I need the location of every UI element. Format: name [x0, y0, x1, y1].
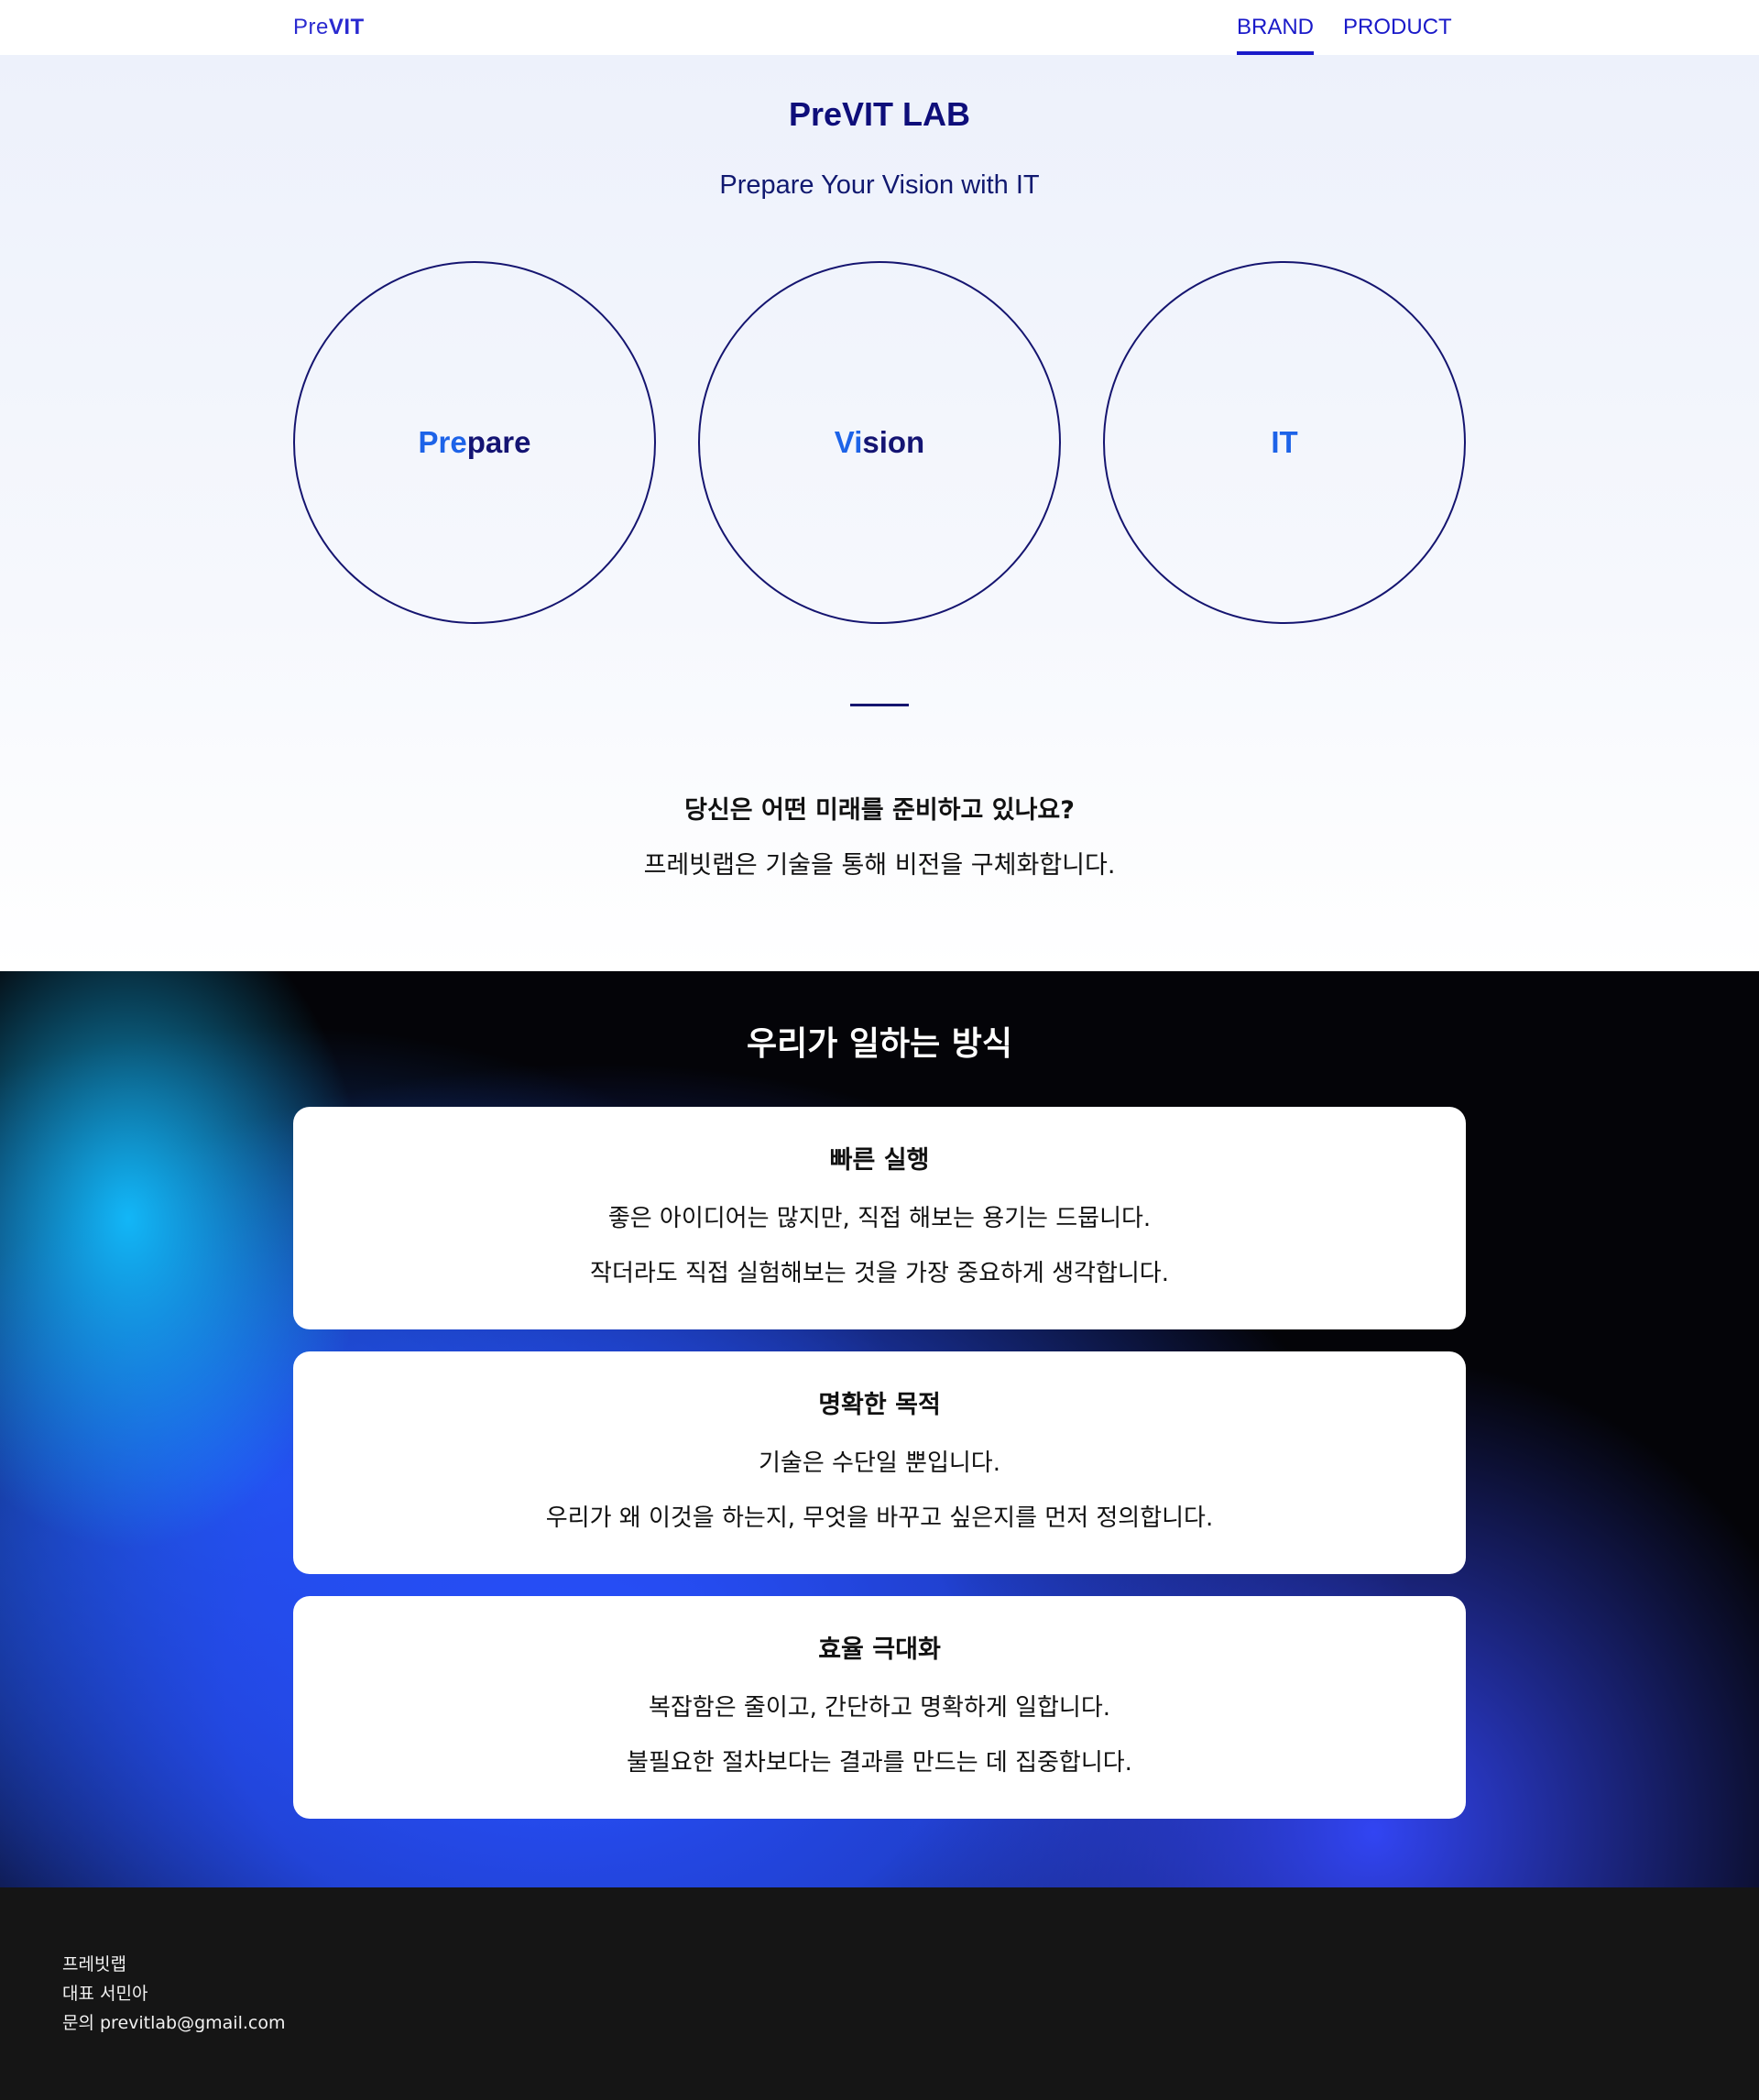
hero-subtitle: Prepare Your Vision with IT [719, 170, 1040, 200]
card-text: 우리가 왜 이것을 하는지, 무엇을 바꾸고 싶은지를 먼저 정의합니다. [545, 1504, 1214, 1532]
card-title: 빠른 실행 [829, 1146, 930, 1175]
circle-vision: Vi sion [698, 261, 1061, 624]
circle-prepare-highlight: Pre [418, 425, 467, 459]
logo-pre: Pre [293, 15, 329, 39]
card-text: 복잡함은 줄이고, 간단하고 명확하게 일합니다. [648, 1694, 1111, 1722]
footer-contact: 문의 previtlab@gmail.com [62, 2013, 286, 2033]
card-title: 효율 극대화 [818, 1635, 941, 1664]
hero-title: PreVIT LAB [788, 95, 971, 133]
footer-info: 프레빗랩 대표 서민아 문의 previtlab@gmail.com [62, 1950, 286, 2038]
card-text: 좋은 아이디어는 많지만, 직접 해보는 용기는 드뭅니다. [607, 1205, 1152, 1232]
nav-brand[interactable]: BRAND [1237, 15, 1315, 55]
circle-prepare: Pre pare [293, 261, 656, 624]
card-title: 명확한 목적 [818, 1391, 941, 1419]
circle-it-highlight: IT [1271, 425, 1298, 459]
circle-vision-rest: sion [862, 425, 925, 459]
footer-company: 프레빗랩 [62, 1954, 126, 1974]
card-text: 작더라도 직접 실험해보는 것을 가장 중요하게 생각합니다. [590, 1260, 1169, 1287]
nav-product[interactable]: PRODUCT [1343, 15, 1452, 55]
circle-vision-highlight: Vi [834, 425, 863, 459]
hero-answer: 프레빗랩은 기술을 통해 비전을 구체화합니다. [643, 851, 1116, 880]
hero-section: PreVIT LAB Prepare Your Vision with IT P… [0, 55, 1759, 971]
section-divider [850, 704, 909, 706]
card-text: 기술은 수단일 뿐입니다. [759, 1449, 1000, 1477]
how-we-work-section: 우리가 일하는 방식 빠른 실행 좋은 아이디어는 많지만, 직접 해보는 용기… [0, 971, 1759, 1887]
logo[interactable]: PreVIT [293, 15, 365, 40]
logo-vit: VIT [328, 15, 365, 39]
circle-it: IT [1103, 261, 1466, 624]
card-text: 불필요한 절차보다는 결과를 만드는 데 집중합니다. [627, 1749, 1132, 1777]
card-clear-purpose: 명확한 목적 기술은 수단일 뿐입니다. 우리가 왜 이것을 하는지, 무엇을 … [293, 1351, 1466, 1574]
card-max-efficiency: 효율 극대화 복잡함은 줄이고, 간단하고 명확하게 일합니다. 불필요한 절차… [293, 1596, 1466, 1819]
hero-question: 당신은 어떤 미래를 준비하고 있나요? [684, 796, 1075, 825]
how-title: 우리가 일하는 방식 [746, 1025, 1013, 1063]
circle-prepare-rest: pare [466, 425, 531, 459]
site-header: PreVIT BRAND PRODUCT [0, 0, 1759, 55]
footer-ceo: 대표 서민아 [62, 1984, 148, 2004]
card-fast-execution: 빠른 실행 좋은 아이디어는 많지만, 직접 해보는 용기는 드뭅니다. 작더라… [293, 1107, 1466, 1329]
main-nav: BRAND PRODUCT [1237, 15, 1452, 55]
site-footer: 프레빗랩 대표 서민아 문의 previtlab@gmail.com [0, 1887, 1759, 2100]
